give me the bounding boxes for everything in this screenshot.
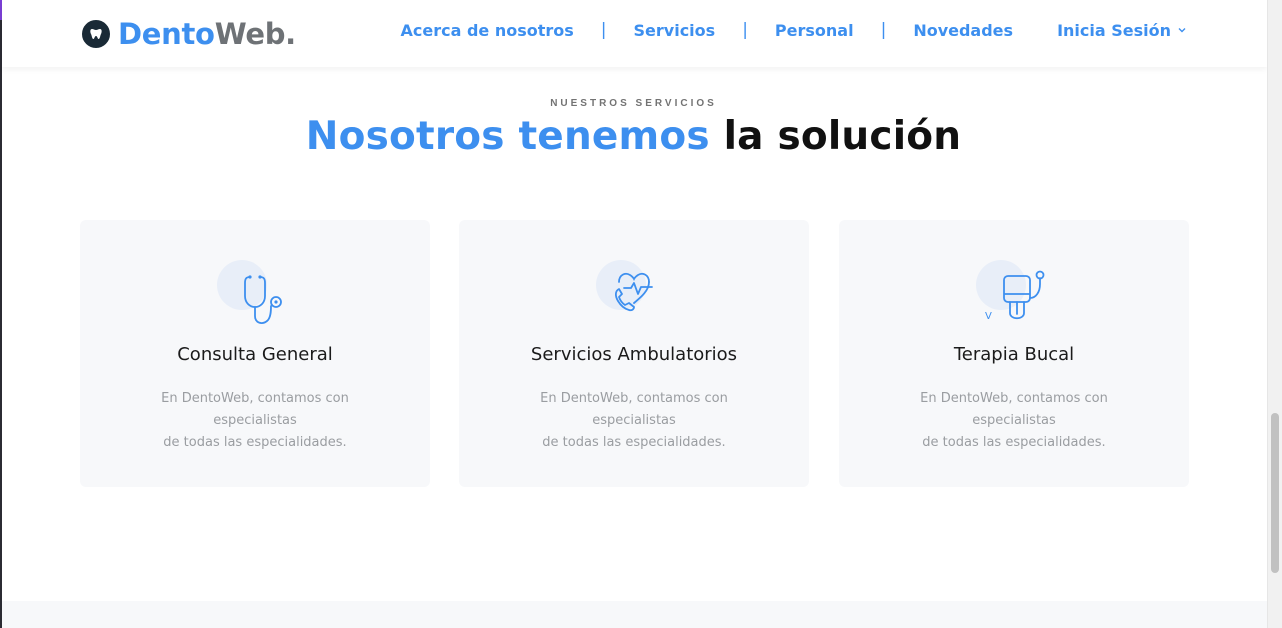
nav-services[interactable]: Servicios	[634, 21, 716, 40]
footer-band	[2, 601, 1267, 628]
scrollbar-thumb[interactable]	[1271, 413, 1279, 573]
chevron-down-icon	[1178, 28, 1186, 33]
card-description: En DentoWeb, contamos con especialistas …	[879, 388, 1149, 454]
card-desc-line: En DentoWeb, contamos con especialistas	[540, 391, 728, 428]
card-desc-line: de todas las especialidades.	[163, 435, 347, 450]
main-nav: Acerca de nosotros | Servicios | Persona…	[400, 20, 1187, 40]
nav-news[interactable]: Novedades	[913, 21, 1013, 40]
login-dropdown[interactable]: Inicia Sesión	[1057, 21, 1187, 40]
nav-separator: |	[880, 20, 887, 40]
card-description: En DentoWeb, contamos con especialistas …	[120, 388, 390, 454]
left-edge	[0, 0, 2, 628]
heart-phone-icon	[594, 258, 674, 330]
card-desc-line: de todas las especialidades.	[542, 435, 726, 450]
service-card-ambulatorios[interactable]: Servicios Ambulatorios En DentoWeb, cont…	[459, 220, 809, 487]
stethoscope-icon	[215, 258, 295, 330]
logo[interactable]: DentoWeb.	[82, 16, 296, 52]
card-desc-line: En DentoWeb, contamos con especialistas	[920, 391, 1108, 428]
card-description: En DentoWeb, contamos con especialistas …	[499, 388, 769, 454]
nav-staff[interactable]: Personal	[775, 21, 854, 40]
section-eyebrow: NUESTROS SERVICIOS	[550, 98, 717, 109]
nav-separator: |	[742, 20, 748, 40]
nav-about[interactable]: Acerca de nosotros	[400, 21, 573, 40]
card-title: Servicios Ambulatorios	[530, 344, 738, 365]
nav-separator: |	[600, 20, 607, 40]
site-header: DentoWeb. Acerca de nosotros | Servicios…	[2, 0, 1267, 67]
card-desc-line: En DentoWeb, contamos con especialistas	[161, 391, 349, 428]
headline-dark: la solución	[723, 114, 962, 159]
card-title: Consulta General	[177, 344, 333, 365]
service-card-consulta[interactable]: Consulta General En DentoWeb, contamos c…	[80, 220, 430, 487]
card-desc-line: de todas las especialidades.	[922, 435, 1106, 450]
blood-pressure-icon: V	[974, 258, 1054, 330]
section-headline: Nosotros tenemos la solución	[0, 114, 1267, 159]
login-label: Inicia Sesión	[1057, 20, 1171, 40]
logo-text-dento: Dento	[118, 17, 215, 51]
scrollbar[interactable]	[1267, 0, 1282, 628]
icon-mark: V	[985, 311, 992, 322]
tooth-icon	[82, 20, 110, 48]
logo-text: DentoWeb.	[118, 17, 296, 51]
service-card-terapia[interactable]: V Terapia Bucal En DentoWeb, contamos co…	[839, 220, 1189, 487]
card-title: Terapia Bucal	[953, 344, 1075, 365]
headline-blue: Nosotros tenemos	[305, 114, 710, 159]
logo-text-web: Web.	[214, 17, 297, 51]
